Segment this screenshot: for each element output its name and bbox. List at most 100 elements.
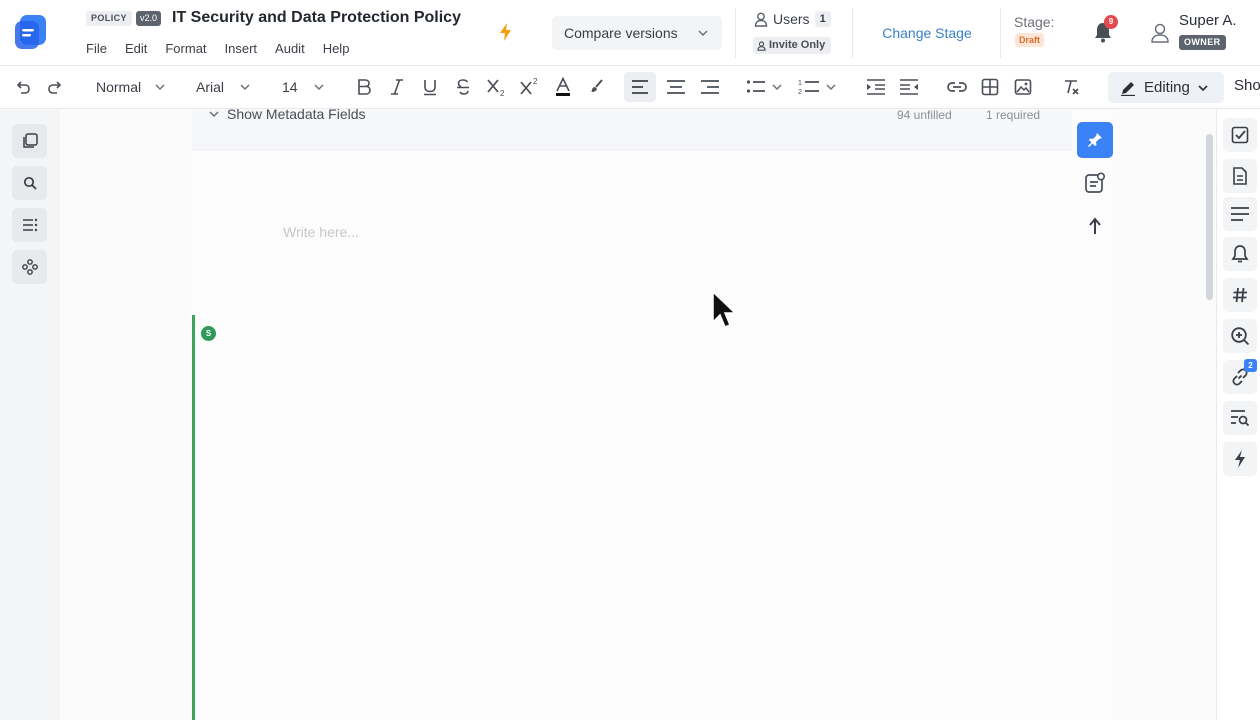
underline-icon[interactable] [422,76,438,98]
stage-status-badge: Draft [1015,33,1045,47]
user-name[interactable]: Super A. [1179,12,1237,29]
editor-scrollbar[interactable] [1204,120,1214,720]
strikethrough-icon[interactable] [455,76,471,98]
mouse-cursor-icon [711,290,739,334]
stage-label: Stage: [1014,14,1055,30]
users-count-badge: 1 [814,11,831,27]
user-icon [757,40,766,51]
editor-placeholder[interactable]: Write here... [283,224,359,240]
outdent-icon[interactable] [866,76,886,98]
pencil-icon [1121,81,1135,96]
pin-icon[interactable] [1077,122,1113,158]
arrow-up-icon[interactable] [1077,208,1113,244]
lightning-icon[interactable] [497,22,515,42]
scrollbar-thumb[interactable] [1206,134,1213,300]
bullet-list-dropdown[interactable] [746,76,782,98]
image-icon[interactable] [1014,76,1032,98]
redo-icon[interactable] [46,76,64,98]
invite-only-label: Invite Only [769,39,826,51]
user-icon [754,12,768,27]
bullet-list-icon [746,80,765,93]
change-stage-button[interactable]: Change Stage [866,16,988,50]
invite-only-badge[interactable]: Invite Only [753,37,832,54]
link-icon[interactable] [946,76,968,98]
chevron-down-icon [772,84,782,91]
subscript-icon[interactable]: 2 [486,76,508,98]
chevron-down-icon [314,84,324,91]
align-right-icon[interactable] [700,76,720,98]
unfilled-count: 94 unfilled [897,108,952,122]
show-metadata-toggle[interactable]: Show Metadata Fields [209,106,366,122]
show-metadata-label: Show Metadata Fields [227,106,366,122]
user-avatar-icon[interactable] [1150,22,1170,44]
font-size-dropdown[interactable]: 14 [282,76,324,98]
links-count-badge: 2 [1244,359,1257,372]
bell-icon[interactable] [1223,237,1257,271]
editor-side-actions [1073,110,1118,720]
formatting-toolbar: Normal Arial 14 2 2 1 2 Editing Sho [0,66,1260,109]
font-family-value: Arial [196,79,225,95]
divider [1000,8,1001,58]
author-avatar[interactable]: S [201,326,216,341]
chevron-down-icon [1198,84,1208,91]
divider [735,8,736,58]
superscript-icon[interactable]: 2 [519,76,541,98]
menu-format[interactable]: Format [165,41,206,56]
document-editor[interactable]: Show Metadata Fields 94 unfilled 1 requi… [192,106,1072,720]
required-count: 1 required [986,108,1041,122]
outline-list-icon[interactable] [12,208,47,242]
compare-versions-dropdown[interactable]: Compare versions [552,16,722,50]
align-center-icon[interactable] [666,76,686,98]
menu-file[interactable]: File [86,41,107,56]
numbered-list-dropdown[interactable]: 12 [798,76,836,98]
table-icon[interactable] [981,76,999,98]
numbered-list-icon: 12 [798,80,819,96]
svg-text:1: 1 [798,80,802,87]
search-list-icon[interactable] [1223,401,1257,435]
document-title[interactable]: IT Security and Data Protection Policy [172,9,461,27]
editing-mode-dropdown[interactable]: Editing [1108,72,1224,103]
chevron-down-icon [209,111,219,118]
left-tool-rail [0,110,60,720]
zoom-in-icon[interactable] [1223,319,1257,353]
indent-icon[interactable] [899,76,919,98]
version-badge: v2.0 [136,11,162,26]
users-button[interactable]: Users 1 [754,11,831,27]
show-menu-button[interactable]: Sho [1234,77,1260,94]
users-label: Users [773,11,810,27]
search-icon[interactable] [12,166,47,200]
align-left-icon[interactable] [631,76,649,98]
menu-insert[interactable]: Insert [225,41,258,56]
hashtag-icon[interactable] [1223,278,1257,312]
top-bar: POLICY v2.0 IT Security and Data Protect… [0,0,1260,66]
text-lines-icon[interactable] [1223,197,1257,231]
author-change-bar [192,315,195,720]
paragraph-style-dropdown[interactable]: Normal [96,76,165,98]
menu-help[interactable]: Help [323,41,350,56]
menu-edit[interactable]: Edit [125,41,147,56]
document-icon[interactable] [1223,159,1257,193]
bold-icon[interactable] [356,76,372,98]
task-checkbox-icon[interactable] [1223,118,1257,152]
chevron-down-icon [698,30,708,37]
right-tool-rail: 2 [1216,110,1260,720]
highlight-brush-icon[interactable] [589,76,605,98]
user-role-badge: OWNER [1179,35,1226,50]
font-family-dropdown[interactable]: Arial [196,76,250,98]
italic-icon[interactable] [390,76,404,98]
editing-mode-label: Editing [1144,79,1190,96]
notifications-count-badge: 9 [1104,15,1118,29]
clear-formatting-icon[interactable] [1062,76,1080,98]
metadata-bar: Show Metadata Fields 94 unfilled 1 requi… [192,106,1072,150]
lightning-icon[interactable] [1223,442,1257,476]
document-logo-icon[interactable] [14,13,50,51]
menu-audit[interactable]: Audit [275,41,305,56]
chevron-down-icon [155,84,165,91]
undo-icon[interactable] [14,76,32,98]
graph-nodes-icon[interactable] [12,250,47,284]
text-color-icon[interactable] [554,76,572,98]
pages-copy-icon[interactable] [12,124,47,158]
paragraph-style-value: Normal [96,79,142,95]
document-info-icon[interactable] [1077,165,1113,201]
svg-text:2: 2 [533,77,538,86]
